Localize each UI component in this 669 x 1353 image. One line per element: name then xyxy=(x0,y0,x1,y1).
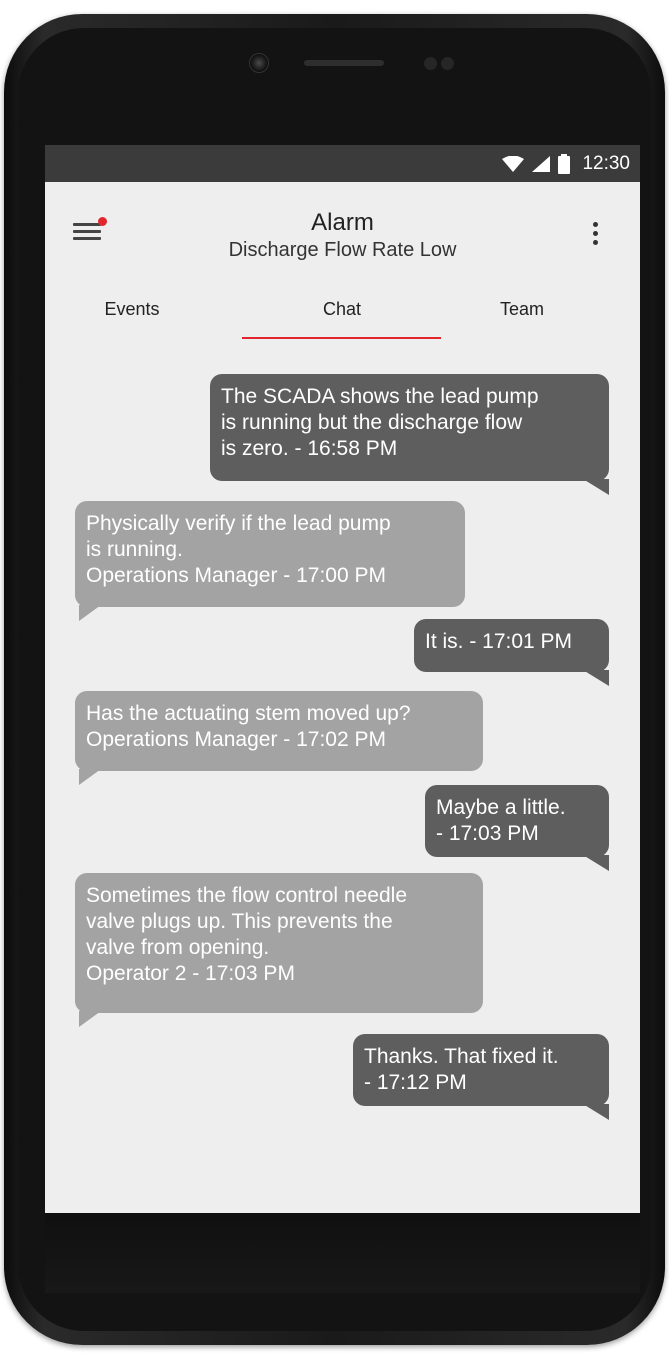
bottom-bezel xyxy=(45,1213,640,1293)
earpiece-speaker xyxy=(304,60,384,66)
message-bubble-outgoing[interactable]: Thanks. That fixed it. - 17:12 PM xyxy=(353,1034,609,1120)
light-sensor xyxy=(441,57,454,70)
message-bubble-incoming[interactable]: Physically verify if the lead pump is ru… xyxy=(75,501,465,621)
message-bubble-incoming[interactable]: Has the actuating stem moved up? Operati… xyxy=(75,691,483,785)
message-bubble-outgoing[interactable]: The SCADA shows the lead pump is running… xyxy=(210,374,609,495)
message-bubble-outgoing[interactable]: Maybe a little. - 17:03 PM xyxy=(425,785,609,871)
proximity-sensor xyxy=(424,57,437,70)
chat-thread: The SCADA shows the lead pump is running… xyxy=(45,145,640,1213)
phone-screen: 12:30 Alarm Discharge Flow Rate Low Even… xyxy=(45,145,640,1213)
message-bubble-incoming[interactable]: Sometimes the flow control needle valve … xyxy=(75,873,483,1027)
front-camera xyxy=(249,53,269,73)
message-bubble-outgoing[interactable]: It is. - 17:01 PM xyxy=(414,619,609,686)
